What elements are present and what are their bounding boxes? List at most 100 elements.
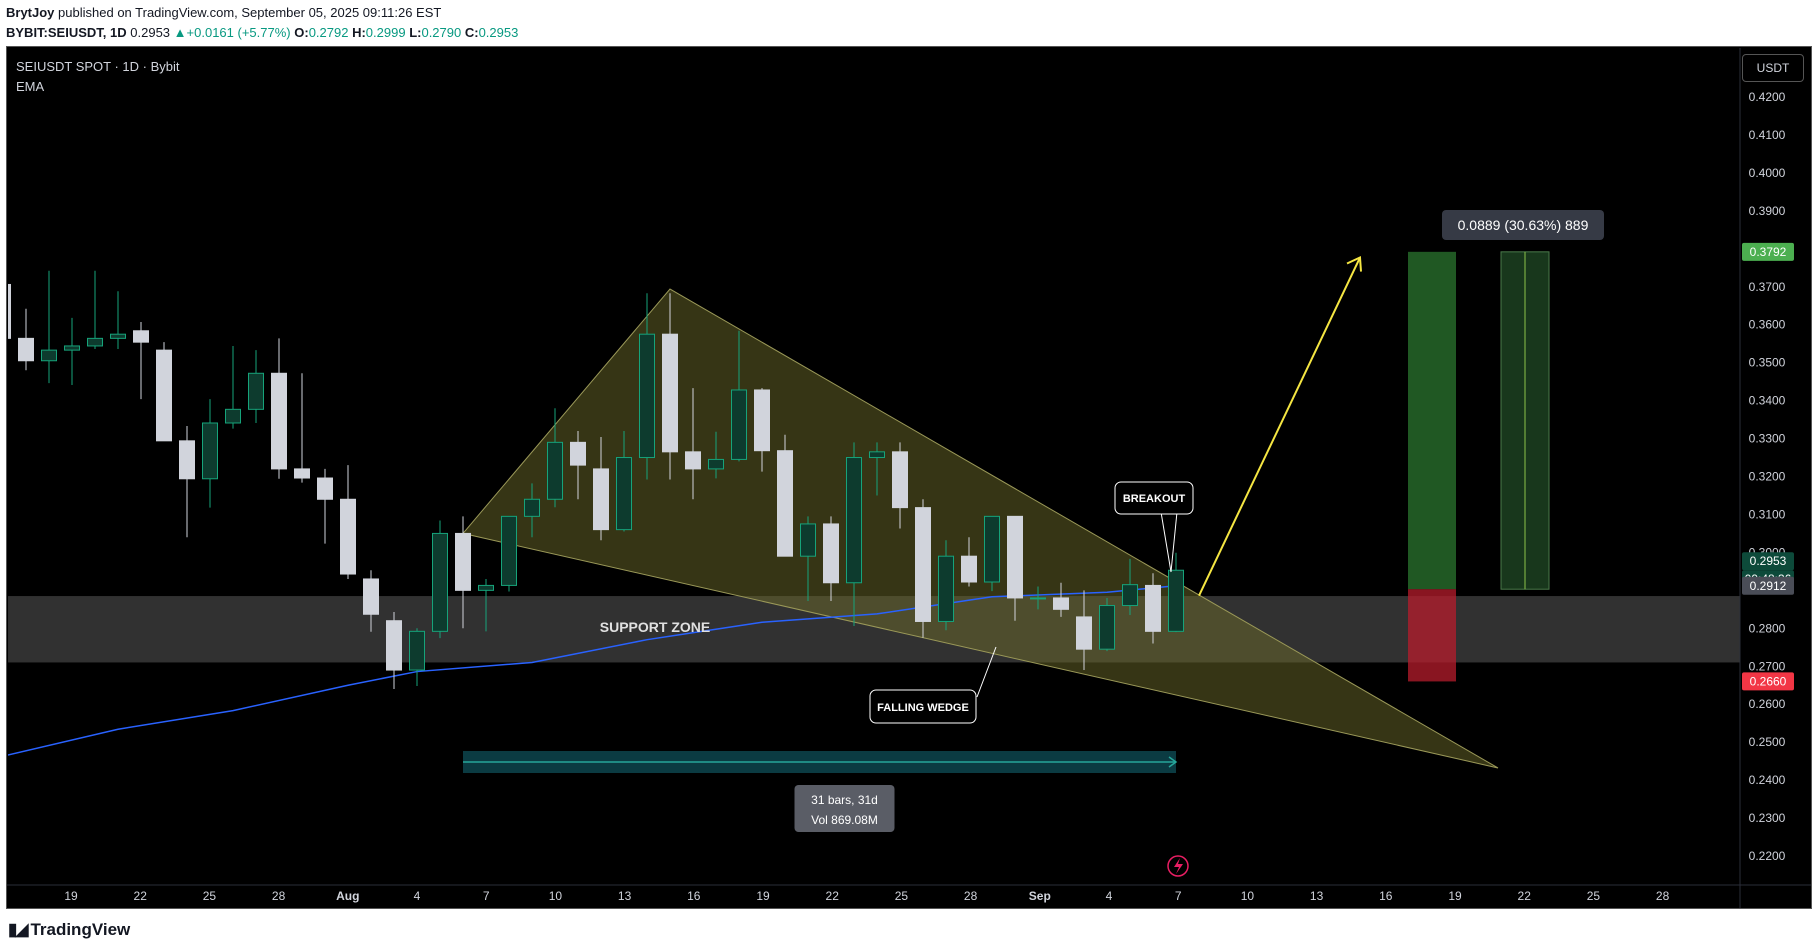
candle-body [41, 349, 57, 362]
support-zone-label: SUPPORT ZONE [600, 619, 710, 635]
candle-body [915, 507, 931, 622]
y-axis-tick: 0.2700 [1749, 659, 1786, 673]
date-range-volume-text: Vol 869.08M [811, 813, 878, 827]
candle-body [455, 532, 471, 591]
chart-legend-indicator[interactable]: EMA [16, 79, 44, 94]
candle-body [432, 532, 448, 632]
y-axis-tick: 0.4100 [1749, 128, 1786, 142]
candle-body [386, 620, 402, 671]
long-position-target-zone[interactable] [1408, 251, 1456, 590]
candle[interactable] [18, 308, 34, 371]
x-axis-tick: Sep [1029, 889, 1051, 903]
candle[interactable] [156, 342, 172, 442]
x-axis-tick: 16 [687, 889, 701, 903]
candle[interactable] [225, 345, 241, 429]
candle[interactable] [340, 465, 356, 579]
candle[interactable] [501, 515, 517, 592]
candle-body [938, 555, 954, 622]
candle-body [1076, 616, 1092, 650]
candle[interactable] [984, 515, 1000, 592]
currency-button[interactable]: USDT [1742, 54, 1804, 82]
y-axis-tick: 0.3900 [1749, 204, 1786, 218]
candle[interactable] [179, 426, 195, 538]
candle[interactable] [110, 291, 126, 349]
y-axis-tick: 0.3600 [1749, 318, 1786, 332]
candle[interactable] [248, 350, 264, 423]
candle-body [846, 457, 862, 584]
breakout-pointer [1160, 511, 1172, 573]
date-range-bars-text: 31 bars, 31d [811, 793, 878, 807]
target-arrow[interactable] [1198, 257, 1361, 597]
y-axis-tick: 0.3100 [1749, 507, 1786, 521]
y-axis-tick: 0.2400 [1749, 773, 1786, 787]
candle-body [179, 440, 195, 480]
candle-body [156, 349, 172, 442]
x-axis-tick: 19 [1448, 889, 1462, 903]
candle-body [639, 333, 655, 459]
candle[interactable] [1168, 552, 1184, 633]
candle[interactable] [133, 322, 149, 400]
candle[interactable] [87, 270, 103, 349]
candle-body [1053, 597, 1069, 610]
candle-body [501, 515, 517, 586]
candle-body [547, 441, 563, 500]
candle[interactable] [409, 628, 425, 686]
chart-legend-title[interactable]: SEIUSDT SPOT · 1D · Bybit [16, 59, 180, 74]
candle-body [777, 450, 793, 557]
candle[interactable] [271, 338, 287, 479]
candle-body [18, 337, 34, 362]
y-axis-tick: 0.3200 [1749, 470, 1786, 484]
x-axis-tick: 19 [64, 889, 78, 903]
candle-body [1122, 584, 1138, 607]
plot-area[interactable] [0, 210, 1740, 832]
long-position-stop-zone[interactable] [1408, 589, 1456, 682]
x-axis-tick: 16 [1379, 889, 1393, 903]
price-label: 0.3792 [1750, 245, 1787, 259]
candle[interactable] [202, 399, 218, 508]
price-label: 0.2912 [1750, 579, 1787, 593]
tradingview-logo-icon: ▮◢ [8, 920, 28, 939]
candle-body [869, 451, 885, 459]
candle-body [64, 345, 80, 351]
candle-body [225, 408, 241, 424]
x-axis-tick: 25 [895, 889, 909, 903]
y-axis-tick: 0.4200 [1749, 90, 1786, 104]
y-axis-tick: 0.3300 [1749, 432, 1786, 446]
candle-body [363, 578, 379, 615]
candle[interactable] [432, 520, 448, 639]
candle-body [570, 441, 586, 466]
candle[interactable] [64, 317, 80, 386]
x-axis-tick: 28 [272, 889, 286, 903]
candle[interactable] [915, 499, 931, 638]
candle-body [662, 333, 678, 453]
candle[interactable] [777, 434, 793, 557]
candle[interactable] [0, 255, 11, 342]
candle[interactable] [1099, 597, 1115, 652]
candle-body [87, 337, 103, 347]
price-label: 0.2953 [1750, 554, 1787, 568]
candle-body [202, 422, 218, 480]
x-axis-tick: 7 [1175, 889, 1182, 903]
candle[interactable] [41, 270, 57, 384]
candle-body [317, 477, 333, 500]
breakout-label: BREAKOUT [1123, 493, 1186, 505]
x-axis-tick: 10 [549, 889, 563, 903]
candle-body [1145, 584, 1161, 632]
candle[interactable] [317, 468, 333, 544]
candle[interactable] [294, 373, 310, 483]
candle-body [1030, 597, 1046, 600]
y-axis-tick: 0.2200 [1749, 849, 1786, 863]
x-axis-tick: 19 [756, 889, 770, 903]
y-axis-tick: 0.3500 [1749, 356, 1786, 370]
candle-body [593, 468, 609, 531]
x-axis-tick: 4 [414, 889, 421, 903]
candle-body [294, 468, 310, 479]
y-axis-tick: 0.2600 [1749, 697, 1786, 711]
x-axis-tick: 22 [134, 889, 148, 903]
x-axis-tick: 7 [483, 889, 490, 903]
candle-body [1168, 569, 1184, 632]
price-chart[interactable]: 31 bars, 31d Vol 869.08M SUPPORT ZONE FALLI… [0, 0, 1819, 951]
candle-body [110, 333, 126, 339]
candle-body [340, 498, 356, 575]
tradingview-logo[interactable]: ▮◢ TradingView [8, 920, 130, 940]
